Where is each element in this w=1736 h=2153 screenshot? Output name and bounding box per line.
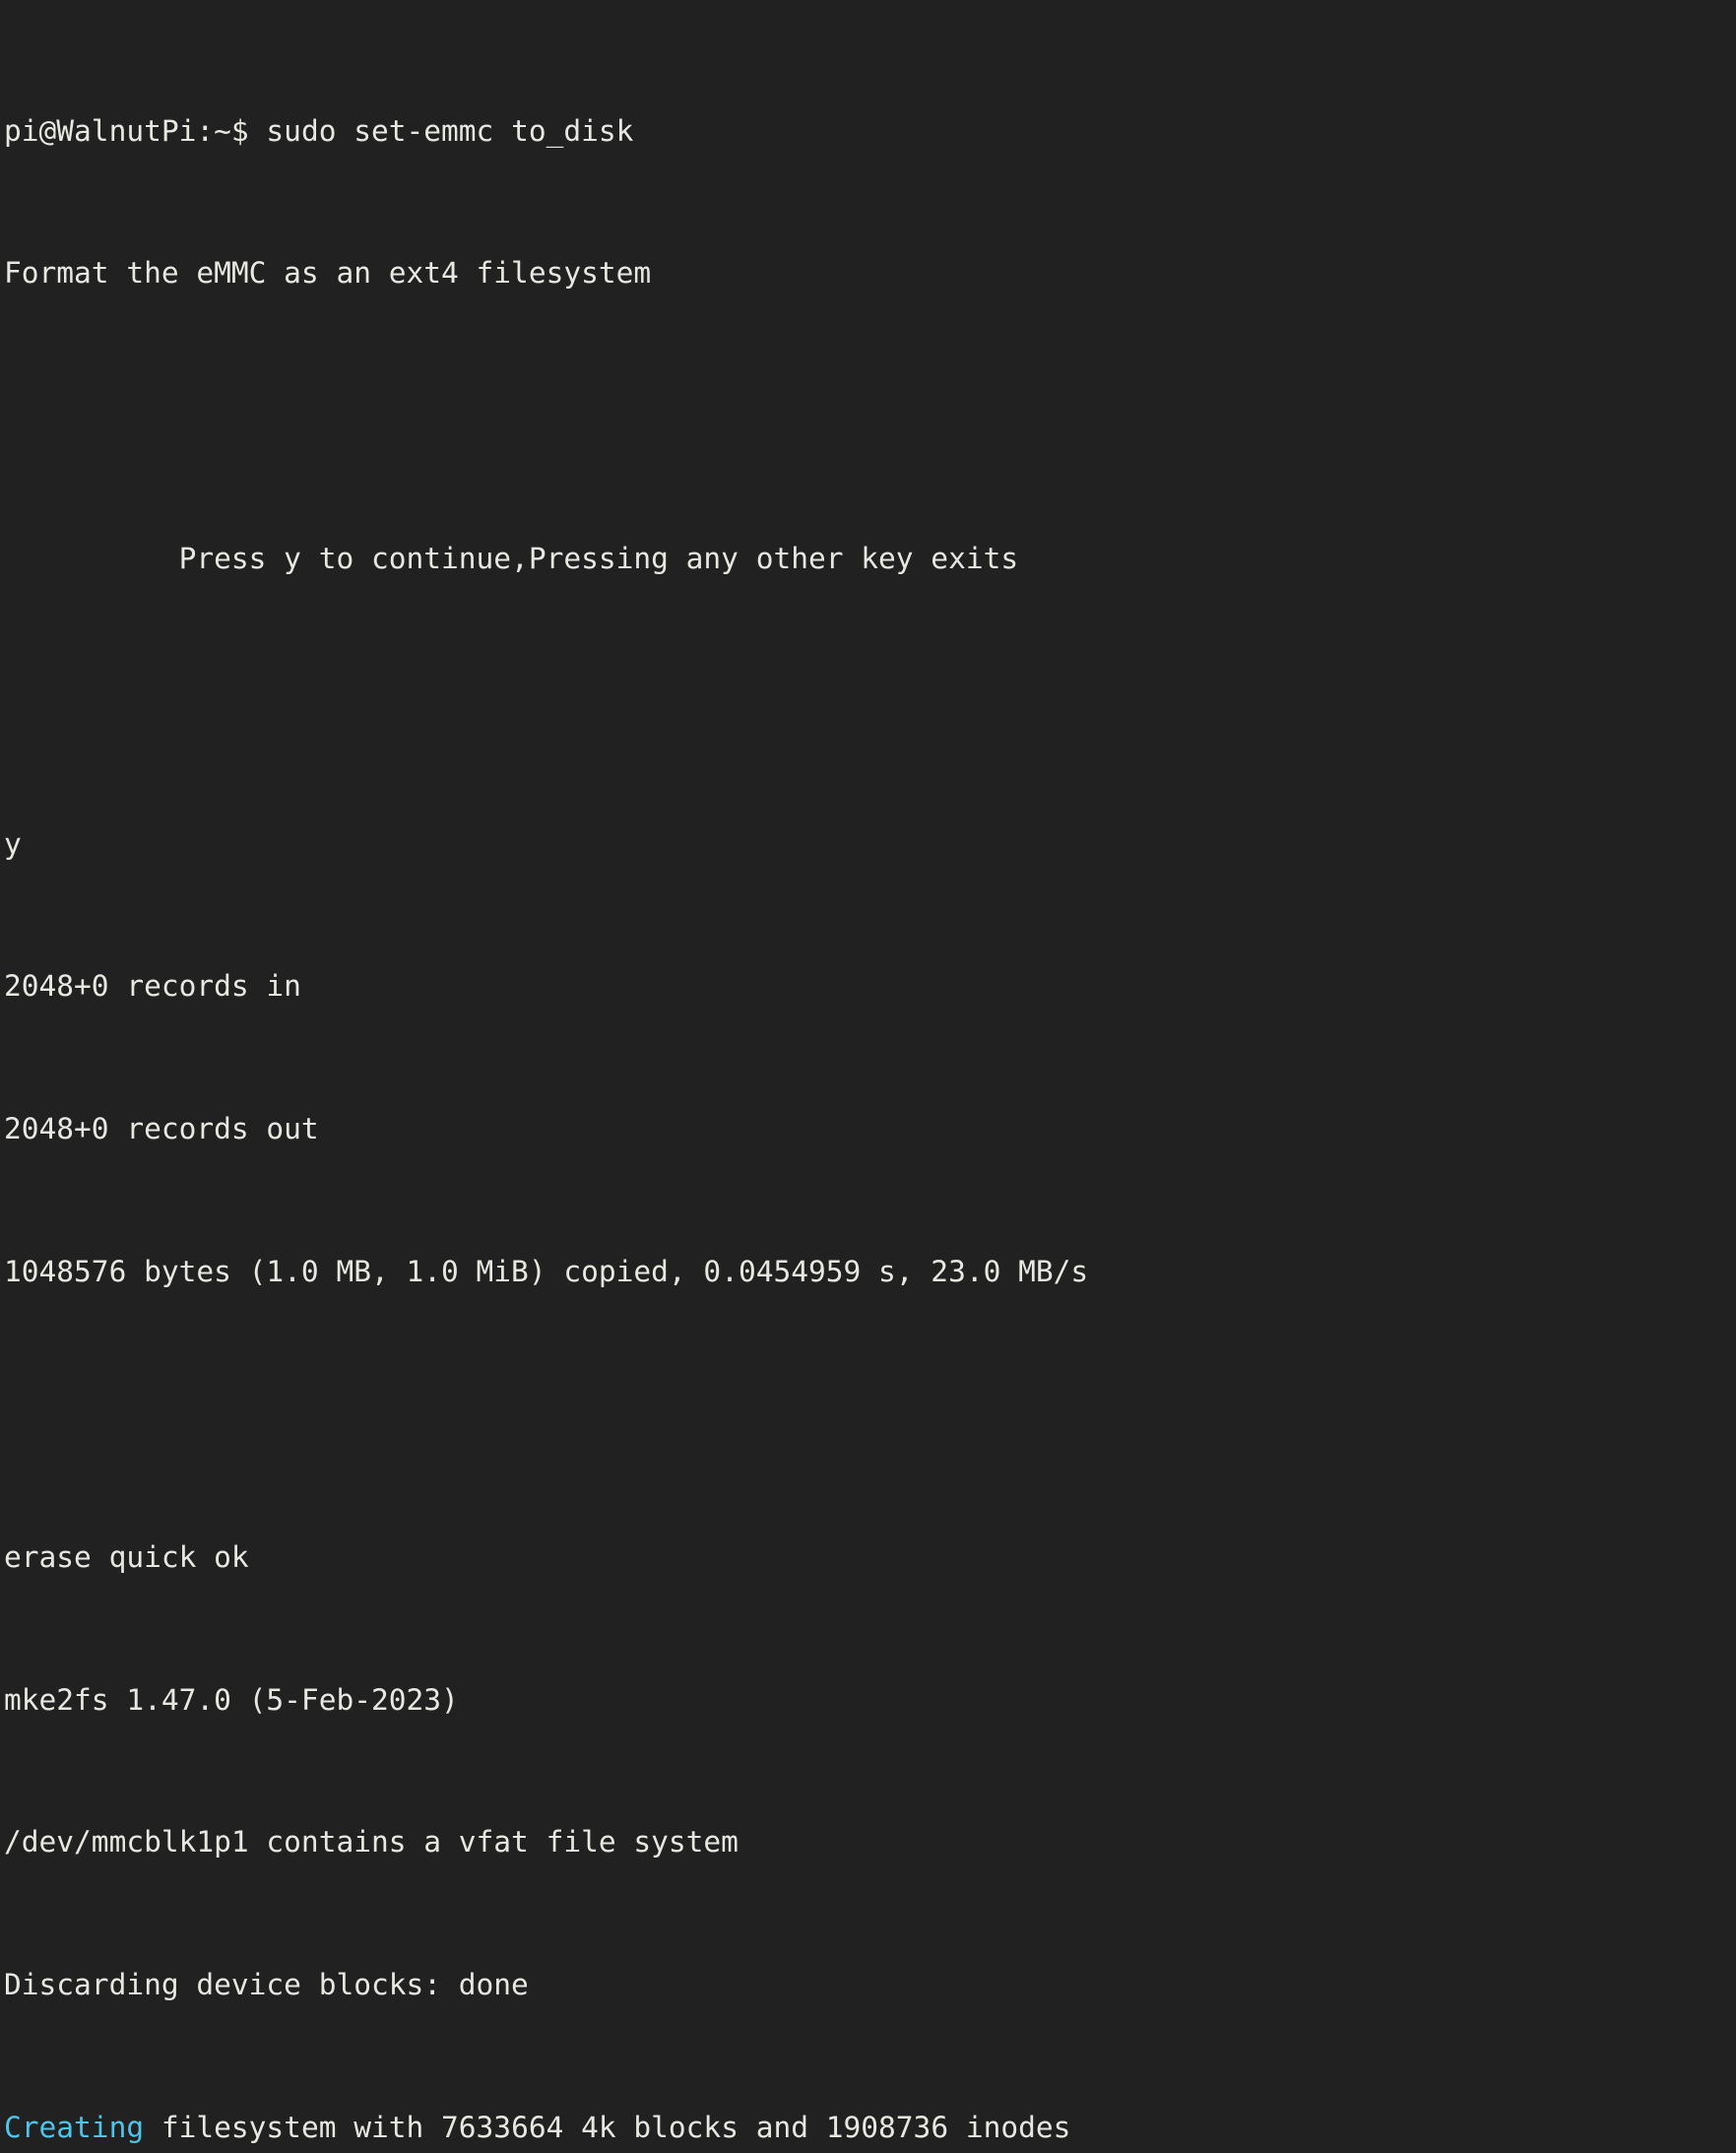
terminal-line-discarding-blocks: Discarding device blocks: done (4, 1968, 529, 2002)
shell-command: sudo set-emmc to_disk (266, 113, 634, 148)
terminal-line-records-out: 2048+0 records out (4, 1112, 319, 1146)
terminal-line-records-in: 2048+0 records in (4, 969, 301, 1004)
terminal-line-mke2fs-version: mke2fs 1.47.0 (5-Feb-2023) (4, 1682, 459, 1717)
terminal-line-command-prompt: pi@WalnutPi:~$ sudo set-emmc to_disk (4, 113, 1736, 149)
terminal-line-format-notice: Format the eMMC as an ext4 filesystem (4, 256, 652, 291)
creating-filesystem-detail: filesystem with 7633664 4k blocks and 19… (144, 2110, 1071, 2144)
terminal-line-user-input-y: y (4, 826, 22, 861)
terminal-line-creating-filesystem: Creating filesystem with 7633664 4k bloc… (4, 2110, 1736, 2145)
terminal-line-vfat-warning: /dev/mmcblk1p1 contains a vfat file syst… (4, 1825, 739, 1859)
terminal-line-bytes-copied: 1048576 bytes (1.0 MB, 1.0 MiB) copied, … (4, 1255, 1089, 1289)
terminal-line-blank-3 (4, 1397, 1736, 1432)
keyword-creating: Creating (4, 2110, 145, 2144)
terminal-window[interactable]: pi@WalnutPi:~$ sudo set-emmc to_disk For… (0, 0, 1736, 2144)
terminal-line-blank-2 (4, 684, 1736, 719)
terminal-line-press-y-prompt: Press y to continue,Pressing any other k… (4, 542, 1019, 576)
terminal-line-blank-1 (4, 398, 1736, 433)
shell-prompt: pi@WalnutPi:~$ (4, 113, 267, 148)
terminal-line-erase-quick-ok: erase quick ok (4, 1539, 249, 1574)
